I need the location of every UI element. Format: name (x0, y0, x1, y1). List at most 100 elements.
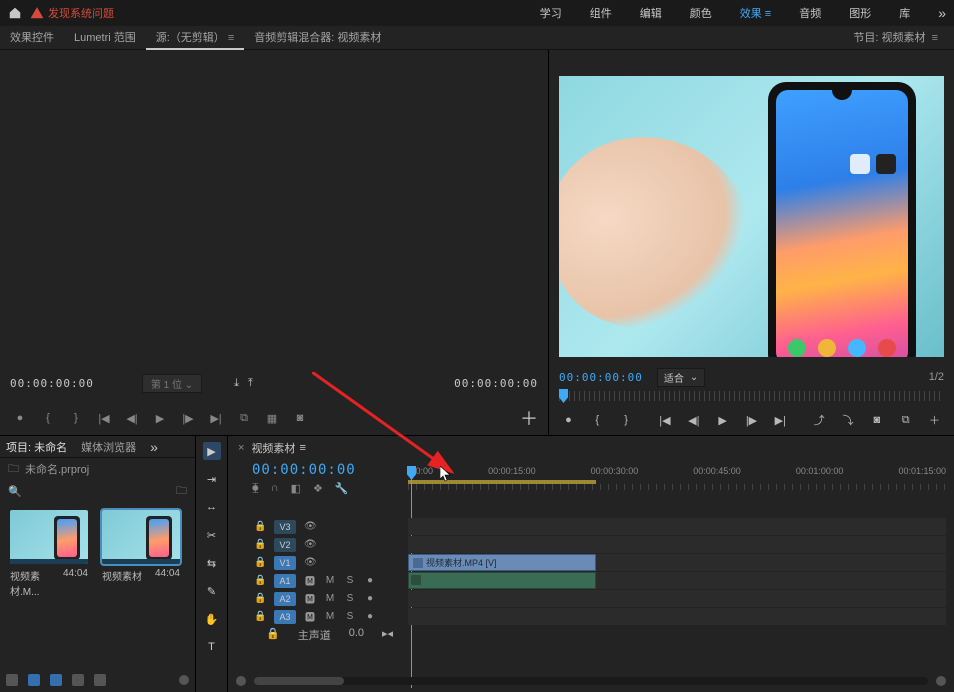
video-clip[interactable]: 视频素材.MP4 [V] (408, 554, 596, 571)
slip-tool-icon[interactable]: ⇆ (203, 554, 221, 572)
lock-icon[interactable]: 🔒 (254, 575, 266, 586)
sort-icon[interactable] (72, 674, 84, 686)
home-icon[interactable] (8, 6, 22, 20)
workspace-tab-编辑[interactable]: 编辑 (640, 5, 662, 21)
wrench-icon[interactable]: 🔧 (335, 482, 349, 495)
ripple-tool-icon[interactable]: ↔ (203, 498, 221, 516)
mark-out-icon[interactable]: } (66, 408, 86, 428)
extract-icon[interactable]: ⤵ (839, 410, 858, 430)
add-marker-icon[interactable]: ● (10, 408, 30, 428)
play-icon[interactable]: ▶ (713, 410, 732, 430)
button-editor-icon[interactable]: ＋ (520, 405, 538, 431)
insert-icon[interactable]: ⧉ (234, 408, 254, 428)
source-mark-out[interactable]: ⤒ (248, 376, 254, 390)
settings-icon[interactable]: ❖ (313, 482, 323, 495)
source-selector[interactable]: 第 1 位 ⌄ (142, 374, 202, 393)
close-tab-icon[interactable]: × (238, 442, 244, 454)
toggle-output-icon[interactable]: 🅼 (304, 609, 316, 624)
zoom-handle[interactable] (179, 675, 189, 685)
track-lane[interactable] (408, 590, 946, 607)
zoom-select[interactable]: 适合⌄ (657, 368, 705, 387)
program-page[interactable]: 1/2 (929, 371, 944, 383)
track-lane[interactable] (408, 536, 946, 553)
search-icon[interactable]: 🔍 (8, 485, 22, 498)
panel-menu-icon[interactable]: ≡ (932, 32, 938, 44)
type-tool-icon[interactable]: T (203, 638, 221, 656)
source-mark-in[interactable]: ⤓ (234, 376, 240, 390)
track-name[interactable]: V1 (274, 556, 296, 570)
step-fwd-icon[interactable]: |▶ (742, 410, 761, 430)
project-bin[interactable]: 视频素材.M...44:04 (10, 510, 88, 632)
overwrite-icon[interactable]: ▦ (262, 408, 282, 428)
toggle-output-icon[interactable]: 👁 (304, 557, 316, 568)
export-frame-icon[interactable]: ◙ (290, 408, 310, 428)
solo-icon[interactable]: S (344, 611, 356, 622)
go-in-icon[interactable]: |◀ (94, 408, 114, 428)
zoom-in-handle[interactable] (936, 676, 946, 686)
timeline-ruler[interactable]: :00:0000:00:15:0000:00:30:0000:00:45:000… (408, 466, 946, 492)
toggle-output-icon[interactable]: 👁 (304, 539, 316, 550)
export-frame-icon[interactable]: ◙ (867, 410, 886, 430)
track-name[interactable]: A3 (274, 610, 296, 624)
project-tab[interactable]: 媒体浏览器 (81, 439, 136, 455)
workspace-tab-图形[interactable]: 图形 (849, 5, 871, 21)
workspace-tab-学习[interactable]: 学习 (540, 5, 562, 21)
chevron-icon[interactable]: ▸◂ (382, 627, 393, 643)
source-timecode-in[interactable]: 00:00:00:00 (10, 377, 94, 390)
mute-icon[interactable]: M (324, 575, 336, 586)
project-bin[interactable]: 视频素材44:04 (102, 510, 180, 632)
program-viewport[interactable] (559, 76, 944, 357)
audio-clip[interactable] (408, 572, 596, 589)
workspace-tab-音频[interactable]: 音频 (799, 5, 821, 21)
linked-selection-icon[interactable]: ∩ (271, 482, 279, 495)
panel-tab[interactable]: 效果控件 (0, 26, 64, 50)
overflow-icon[interactable]: » (938, 5, 946, 21)
track-lane[interactable] (408, 518, 946, 535)
pen-tool-icon[interactable]: ✎ (203, 582, 221, 600)
automate-icon[interactable] (94, 674, 106, 686)
master-value[interactable]: 0.0 (349, 627, 364, 643)
play-icon[interactable]: ▶ (150, 408, 170, 428)
panel-tab[interactable]: 源:（无剪辑）≡ (146, 26, 244, 50)
record-icon[interactable]: ● (364, 611, 376, 622)
compare-icon[interactable]: ⧉ (896, 410, 915, 430)
lock-icon[interactable]: 🔒 (254, 557, 266, 568)
record-icon[interactable]: ● (364, 593, 376, 604)
zoom-out-handle[interactable] (236, 676, 246, 686)
go-out-icon[interactable]: ▶| (206, 408, 226, 428)
workspace-tab-库[interactable]: 库 (899, 5, 910, 21)
step-back-icon[interactable]: ◀| (684, 410, 703, 430)
lock-icon[interactable]: 🔒 (254, 539, 266, 550)
program-playhead[interactable] (559, 389, 568, 403)
track-lane[interactable]: 视频素材.MP4 [V] (408, 554, 946, 571)
marker-icon[interactable]: ◧ (291, 482, 301, 495)
program-timecode[interactable]: 00:00:00:00 (559, 371, 643, 384)
track-name[interactable]: V2 (274, 538, 296, 552)
track-name[interactable]: V3 (274, 520, 296, 534)
mark-in-icon[interactable]: { (588, 410, 607, 430)
mark-in-icon[interactable]: { (38, 408, 58, 428)
lift-icon[interactable]: ⤴ (810, 410, 829, 430)
panel-tab[interactable]: Lumetri 范围 (64, 26, 146, 50)
mark-out-icon[interactable]: } (617, 410, 636, 430)
track-select-tool-icon[interactable]: ⇥ (203, 470, 221, 488)
warning-text[interactable]: 发现系统问题 (48, 5, 114, 21)
track-lane[interactable] (408, 608, 946, 625)
track-lane[interactable] (408, 572, 946, 589)
freeform-view-icon[interactable] (50, 674, 62, 686)
go-out-icon[interactable]: ▶| (771, 410, 790, 430)
add-marker-icon[interactable]: ● (559, 410, 578, 430)
workspace-tab-效果[interactable]: 效果 ≡ (740, 5, 771, 21)
toggle-output-icon[interactable]: 👁 (304, 521, 316, 532)
lock-icon[interactable]: 🔒 (254, 521, 266, 532)
lock-icon[interactable]: 🔒 (254, 593, 266, 604)
lock-icon[interactable]: 🔒 (266, 627, 280, 643)
toggle-output-icon[interactable]: 🅼 (304, 591, 316, 606)
timeline-tab[interactable]: × 视频素材 ≡ (228, 436, 954, 460)
button-editor-icon[interactable]: ＋ (925, 410, 944, 430)
program-ruler[interactable] (559, 391, 944, 401)
step-fwd-icon[interactable]: |▶ (178, 408, 198, 428)
icon-view-icon[interactable] (28, 674, 40, 686)
selection-tool-icon[interactable]: ▶ (203, 442, 221, 460)
go-in-icon[interactable]: |◀ (656, 410, 675, 430)
